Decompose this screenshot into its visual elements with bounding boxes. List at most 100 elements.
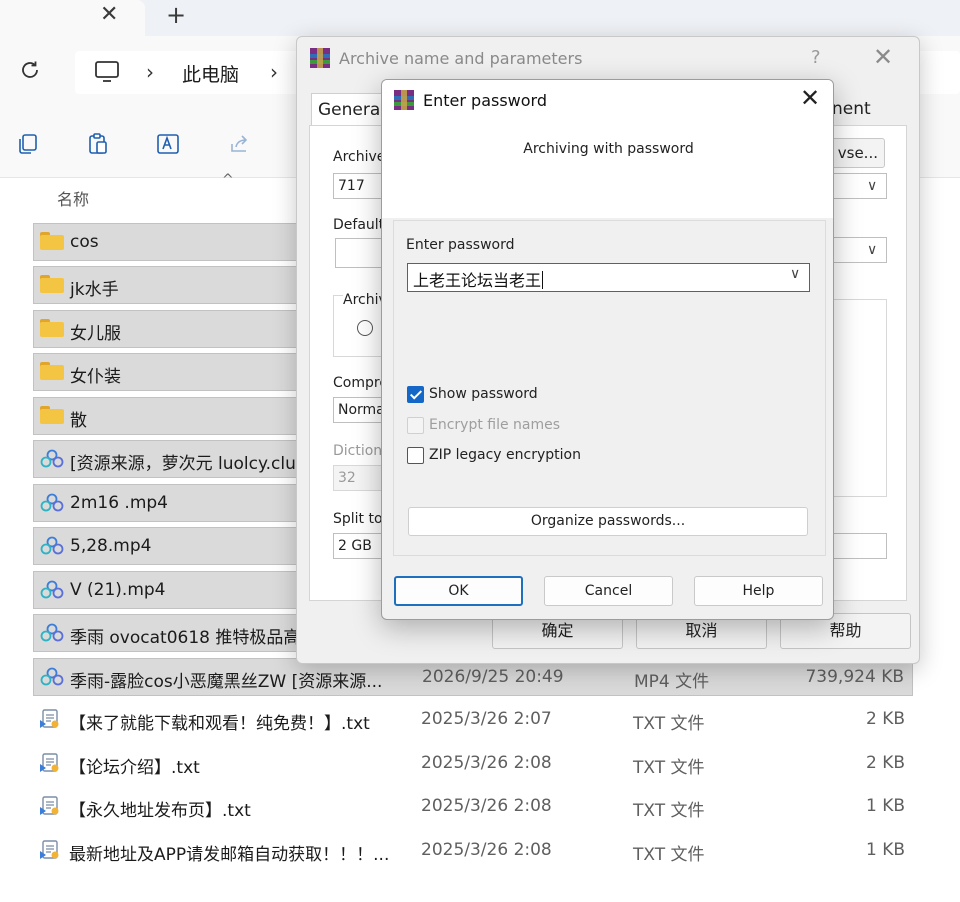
file-row[interactable]: 【来了就能下载和观看！纯免费！】.txt 2025/3/26 2:07 TXT 文件… — [33, 701, 913, 739]
options-group — [833, 299, 887, 497]
video-file-icon — [40, 623, 64, 643]
breadcrumb-this-pc[interactable]: 此电脑 — [182, 60, 239, 87]
file-date: 2025/3/26 2:08 — [421, 753, 552, 773]
text-cursor — [542, 271, 544, 289]
text-file-icon — [39, 840, 63, 860]
compression-label: Compre — [333, 375, 388, 391]
file-type: TXT 文件 — [633, 758, 705, 778]
archive-name-label: Archive — [333, 149, 386, 165]
share-icon[interactable] — [228, 132, 252, 156]
file-row[interactable]: 最新地址及APP请发邮箱自动获取！！！... 2025/3/26 2:08 TXT … — [33, 832, 913, 870]
folder-icon — [40, 362, 64, 382]
file-name: 最新地址及APP请发邮箱自动获取！！！... — [69, 845, 390, 865]
password-field-fragment[interactable] — [833, 533, 887, 559]
password-input[interactable]: 上老王论坛当老王 — [407, 263, 810, 292]
encrypt-file-names-checkbox[interactable] — [407, 417, 424, 434]
show-password-checkbox[interactable] — [407, 386, 424, 403]
video-file-icon — [40, 667, 64, 687]
video-file-icon — [40, 536, 64, 556]
video-file-icon — [40, 493, 64, 513]
text-file-icon — [39, 709, 63, 729]
file-date: 2025/3/26 2:08 — [421, 796, 552, 816]
file-name: V (21).mp4 — [70, 580, 166, 600]
file-name: cos — [70, 232, 99, 252]
paste-icon[interactable] — [86, 132, 110, 156]
file-name: 女仆装 — [70, 367, 121, 387]
close-icon[interactable]: ✕ — [800, 84, 820, 112]
help-button[interactable]: Help — [694, 576, 823, 606]
explorer-tab[interactable] — [0, 0, 145, 36]
file-row[interactable]: 【永久地址发布页】.txt 2025/3/26 2:08 TXT 文件 1 KB — [33, 788, 913, 826]
zip-legacy-encryption-label[interactable]: ZIP legacy encryption — [429, 447, 581, 463]
tab-general[interactable]: General — [311, 93, 391, 127]
file-name: 5,28.mp4 — [70, 536, 152, 556]
new-tab-icon[interactable]: + — [166, 1, 186, 29]
options-select[interactable] — [833, 237, 887, 263]
enter-password-label: Enter password — [406, 237, 515, 253]
file-type: TXT 文件 — [633, 845, 705, 865]
chevron-down-icon: ∨ — [867, 178, 878, 194]
file-size: 739,924 KB — [805, 667, 904, 687]
file-size: 2 KB — [865, 709, 905, 729]
file-name: [资源来源，萝次元 luolcy.clu — [70, 454, 296, 474]
close-icon[interactable]: ✕ — [873, 43, 893, 71]
refresh-icon[interactable] — [18, 58, 42, 82]
file-name: 【论坛介绍】.txt — [69, 758, 200, 778]
help-icon[interactable]: ? — [811, 47, 821, 68]
encrypt-file-names-label: Encrypt file names — [429, 417, 561, 433]
chevron-down-icon[interactable]: ∨ — [790, 266, 800, 282]
file-date: 2025/3/26 2:08 — [421, 840, 552, 860]
format-radio[interactable] — [357, 320, 373, 336]
tab-general-label: General — [318, 100, 385, 120]
text-file-icon — [39, 796, 63, 816]
sort-ascending-icon: ^ — [222, 172, 234, 188]
chevron-down-icon: ∨ — [867, 242, 878, 258]
password-dialog-title: Enter password — [423, 91, 547, 110]
file-date: 2026/9/25 20:49 — [422, 667, 564, 687]
file-name: 【来了就能下载和观看！纯免费！】.txt — [69, 714, 370, 734]
file-row[interactable]: 【论坛介绍】.txt 2025/3/26 2:08 TXT 文件 2 KB — [33, 745, 913, 783]
breadcrumb-separator: › — [146, 60, 154, 84]
organize-passwords-button[interactable]: Organize passwords... — [408, 507, 808, 536]
file-size: 1 KB — [865, 796, 905, 816]
file-name: 2m16 .mp4 — [70, 493, 168, 513]
tab-comment[interactable]: nent — [832, 99, 871, 119]
file-name: 女儿服 — [70, 324, 121, 344]
copy-icon[interactable] — [16, 132, 40, 156]
password-dialog-subtitle: Archiving with password — [523, 141, 694, 157]
file-type: TXT 文件 — [633, 714, 705, 734]
file-type: TXT 文件 — [633, 801, 705, 821]
enter-password-dialog: Enter password ✕ Archiving with password… — [381, 79, 834, 620]
cancel-button[interactable]: Cancel — [544, 576, 673, 606]
tab-close-icon[interactable]: ✕ — [100, 2, 118, 27]
video-file-icon — [40, 580, 64, 600]
profiles-button[interactable] — [335, 238, 387, 268]
archive-dialog-title: Archive name and parameters — [339, 49, 583, 68]
folder-icon — [40, 406, 64, 426]
file-type: MP4 文件 — [634, 672, 710, 692]
winrar-icon — [310, 48, 330, 68]
update-mode-select[interactable] — [833, 173, 887, 199]
column-header-name[interactable]: 名称 — [57, 186, 89, 210]
file-date: 2025/3/26 2:07 — [421, 709, 552, 729]
file-size: 1 KB — [865, 840, 905, 860]
rename-icon[interactable] — [156, 132, 182, 156]
file-size: 2 KB — [865, 753, 905, 773]
folder-icon — [40, 232, 64, 252]
show-password-label[interactable]: Show password — [429, 386, 538, 402]
folder-icon — [40, 319, 64, 339]
zip-legacy-encryption-checkbox[interactable] — [407, 447, 424, 464]
ok-button[interactable]: OK — [394, 576, 523, 606]
default-profile-label: Default — [333, 217, 385, 233]
winrar-icon — [394, 90, 414, 110]
text-file-icon — [39, 753, 63, 773]
folder-icon — [40, 275, 64, 295]
breadcrumb-separator[interactable]: › — [270, 60, 278, 84]
file-name: 季雨 ovocat0618 推特极品高 — [70, 628, 301, 648]
file-name: 散 — [70, 411, 87, 431]
file-name: 【永久地址发布页】.txt — [69, 801, 251, 821]
password-input-value: 上老王论坛当老王 — [413, 271, 542, 290]
password-dialog-header — [382, 120, 833, 218]
video-file-icon — [40, 449, 64, 469]
file-name: jk水手 — [70, 280, 119, 300]
